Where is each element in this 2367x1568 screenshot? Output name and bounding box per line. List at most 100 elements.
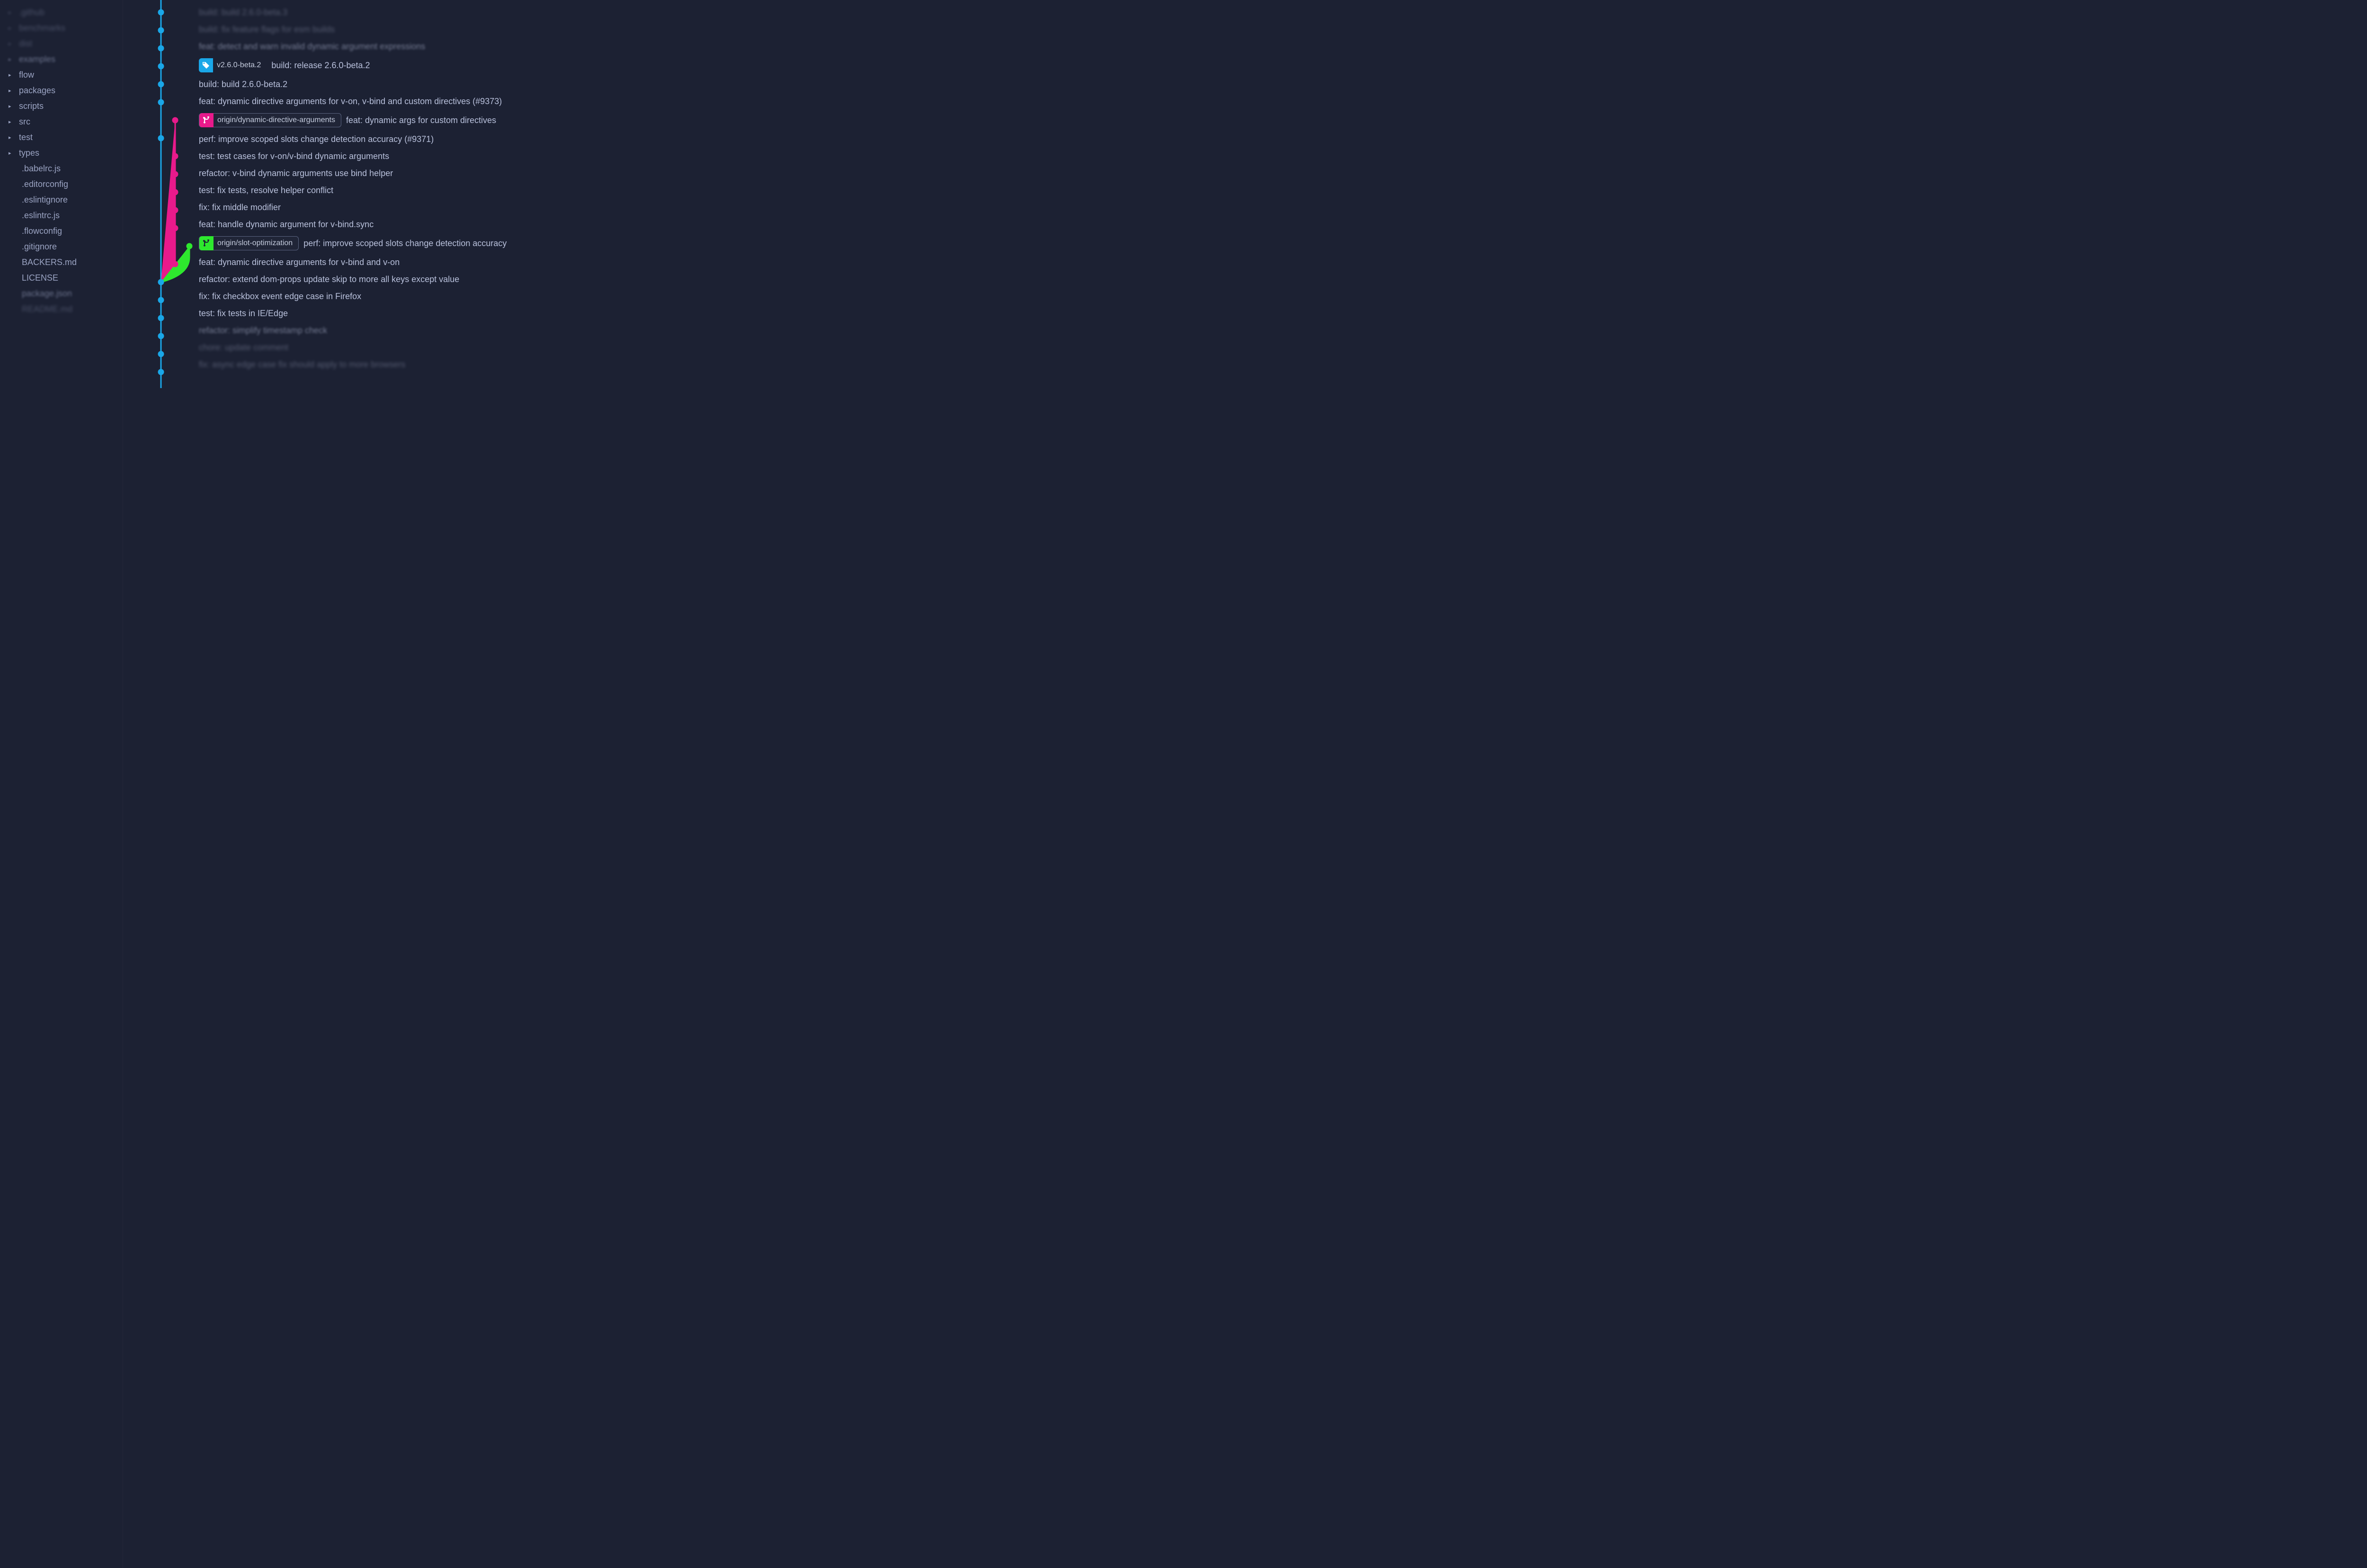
chevron-right-icon: ▸ [9, 119, 15, 125]
commit-row[interactable]: feat: dynamic directive arguments for v-… [199, 254, 2367, 271]
git-branch-icon [199, 236, 214, 250]
file-tree-sidebar: ▸ .github ▸ benchmarks ▸ dist ▸ examples ▸ fl… [0, 0, 123, 1568]
tree-file[interactable]: .gitignore [0, 239, 123, 255]
tree-item-label: scripts [19, 101, 44, 111]
commit-message: test: test cases for v-on/v-bind dynamic… [199, 151, 389, 161]
commit-message: feat: detect and warn invalid dynamic ar… [199, 42, 425, 52]
tree-file[interactable]: .babelrc.js [0, 161, 123, 177]
commit-row[interactable]: feat: dynamic directive arguments for v-… [199, 93, 2367, 110]
chevron-right-icon: ▸ [9, 103, 15, 109]
chevron-right-icon: ▸ [9, 150, 15, 156]
chevron-right-icon: ▸ [9, 25, 15, 31]
chevron-right-icon: ▸ [9, 134, 15, 141]
branch-pill[interactable]: origin/slot-optimization [199, 236, 299, 250]
tree-item-label: BACKERS.md [22, 257, 77, 267]
tree-file[interactable]: README.md [0, 301, 123, 317]
tree-item-label: src [19, 117, 30, 127]
commit-row[interactable]: feat: handle dynamic argument for v-bind… [199, 216, 2367, 233]
commit-row[interactable]: fix: fix checkbox event edge case in Fir… [199, 288, 2367, 305]
commit-message: perf: improve scoped slots change detect… [303, 239, 507, 248]
commit-message: refactor: simplify timestamp check [199, 326, 327, 336]
tree-folder[interactable]: ▸types [0, 145, 123, 161]
commit-message: fix: async edge case fix should apply to… [199, 360, 405, 370]
tree-item-label: .eslintrc.js [22, 211, 60, 221]
tree-file[interactable]: BACKERS.md [0, 255, 123, 270]
commit-row[interactable]: perf: improve scoped slots change detect… [199, 131, 2367, 148]
tree-item-label: README.md [22, 304, 72, 314]
commit-message: feat: handle dynamic argument for v-bind… [199, 220, 374, 230]
commit-row[interactable]: test: test cases for v-on/v-bind dynamic… [199, 148, 2367, 165]
tree-item-label: dist [19, 39, 32, 49]
commit-row[interactable]: test: fix tests, resolve helper conflict [199, 182, 2367, 199]
commit-row[interactable]: fix: async edge case fix should apply to… [199, 356, 2367, 373]
tree-file[interactable]: .editorconfig [0, 177, 123, 192]
commit-message: perf: improve scoped slots change detect… [199, 134, 434, 144]
commit-row[interactable]: build: fix feature flags for esm builds [199, 21, 2367, 38]
commit-message: test: fix tests in IE/Edge [199, 309, 288, 319]
commit-message: fix: fix middle modifier [199, 203, 281, 213]
tag-pill[interactable]: v2.6.0-beta.2 [199, 58, 267, 72]
tree-item-label: packages [19, 86, 55, 96]
commit-message: build: build 2.6.0-beta.2 [199, 80, 287, 89]
chevron-right-icon: ▸ [9, 72, 15, 78]
tree-item-label: flow [19, 70, 34, 80]
commit-row[interactable]: feat: detect and warn invalid dynamic ar… [199, 38, 2367, 55]
tree-item-label: .editorconfig [22, 179, 68, 189]
commit-row[interactable]: origin/dynamic-directive-arguments feat:… [199, 110, 2367, 131]
commit-message: fix: fix checkbox event edge case in Fir… [199, 292, 361, 301]
tree-item-label: benchmarks [19, 23, 65, 33]
commit-row[interactable]: test: fix tests in IE/Edge [199, 305, 2367, 322]
commit-list: build: build 2.6.0-beta.3 build: fix fea… [123, 0, 2367, 377]
tree-folder[interactable]: ▸ test [0, 130, 123, 145]
tree-file[interactable]: LICENSE [0, 270, 123, 286]
commit-row[interactable]: build: build 2.6.0-beta.2 [199, 76, 2367, 93]
git-branch-icon [199, 113, 214, 127]
tree-folder[interactable]: ▸ .github [0, 5, 123, 20]
commit-message: feat: dynamic args for custom directives [346, 115, 496, 125]
commit-message: feat: dynamic directive arguments for v-… [199, 257, 400, 267]
tree-item-label: .babelrc.js [22, 164, 61, 174]
commit-row[interactable]: v2.6.0-beta.2 build: release 2.6.0-beta.… [199, 55, 2367, 76]
commit-message: test: fix tests, resolve helper conflict [199, 186, 333, 195]
tree-item-label: test [19, 133, 33, 142]
tree-file[interactable]: .flowconfig [0, 223, 123, 239]
commit-row[interactable]: chore: update comment [199, 339, 2367, 356]
chevron-right-icon: ▸ [9, 56, 15, 62]
commit-row[interactable]: refactor: v-bind dynamic arguments use b… [199, 165, 2367, 182]
branch-label: origin/dynamic-directive-arguments [217, 116, 335, 124]
tree-folder[interactable]: ▸ benchmarks [0, 20, 123, 36]
commit-message: feat: dynamic directive arguments for v-… [199, 97, 502, 106]
commit-message: chore: update comment [199, 343, 288, 353]
commit-message: build: release 2.6.0-beta.2 [271, 61, 370, 71]
commit-message: build: build 2.6.0-beta.3 [199, 8, 287, 18]
tree-file[interactable]: .eslintignore [0, 192, 123, 208]
tree-folder[interactable]: ▸ dist [0, 36, 123, 52]
tree-folder[interactable]: ▸ src [0, 114, 123, 130]
tree-folder[interactable]: ▸ examples [0, 52, 123, 67]
tag-label: v2.6.0-beta.2 [217, 61, 261, 70]
tree-item-label: examples [19, 54, 55, 64]
commit-message: refactor: extend dom-props update skip t… [199, 275, 459, 284]
tree-folder[interactable]: ▸ packages [0, 83, 123, 98]
commit-row[interactable]: refactor: simplify timestamp check [199, 322, 2367, 339]
tree-item-label: .eslintignore [22, 195, 68, 205]
chevron-right-icon: ▸ [9, 9, 15, 16]
tree-item-label: .flowconfig [22, 226, 62, 236]
commit-row[interactable]: build: build 2.6.0-beta.3 [199, 4, 2367, 21]
tree-file[interactable]: .eslintrc.js [0, 208, 123, 223]
tree-item-label: .gitignore [22, 242, 57, 252]
chevron-right-icon: ▸ [9, 41, 15, 47]
tree-file[interactable]: package.json [0, 286, 123, 301]
tree-folder[interactable]: ▸ scripts [0, 98, 123, 114]
tree-item-label: LICENSE [22, 273, 58, 283]
branch-pill[interactable]: origin/dynamic-directive-arguments [199, 113, 341, 127]
commit-row[interactable]: refactor: extend dom-props update skip t… [199, 271, 2367, 288]
tree-folder[interactable]: ▸ flow [0, 67, 123, 83]
commit-message: build: fix feature flags for esm builds [199, 25, 335, 35]
tree-item-label: .github [19, 8, 44, 18]
commit-row[interactable]: fix: fix middle modifier [199, 199, 2367, 216]
chevron-right-icon: ▸ [9, 88, 15, 94]
tree-item-label: package.json [22, 289, 72, 299]
commit-message: refactor: v-bind dynamic arguments use b… [199, 168, 393, 178]
commit-row[interactable]: origin/slot-optimization perf: improve s… [199, 233, 2367, 254]
